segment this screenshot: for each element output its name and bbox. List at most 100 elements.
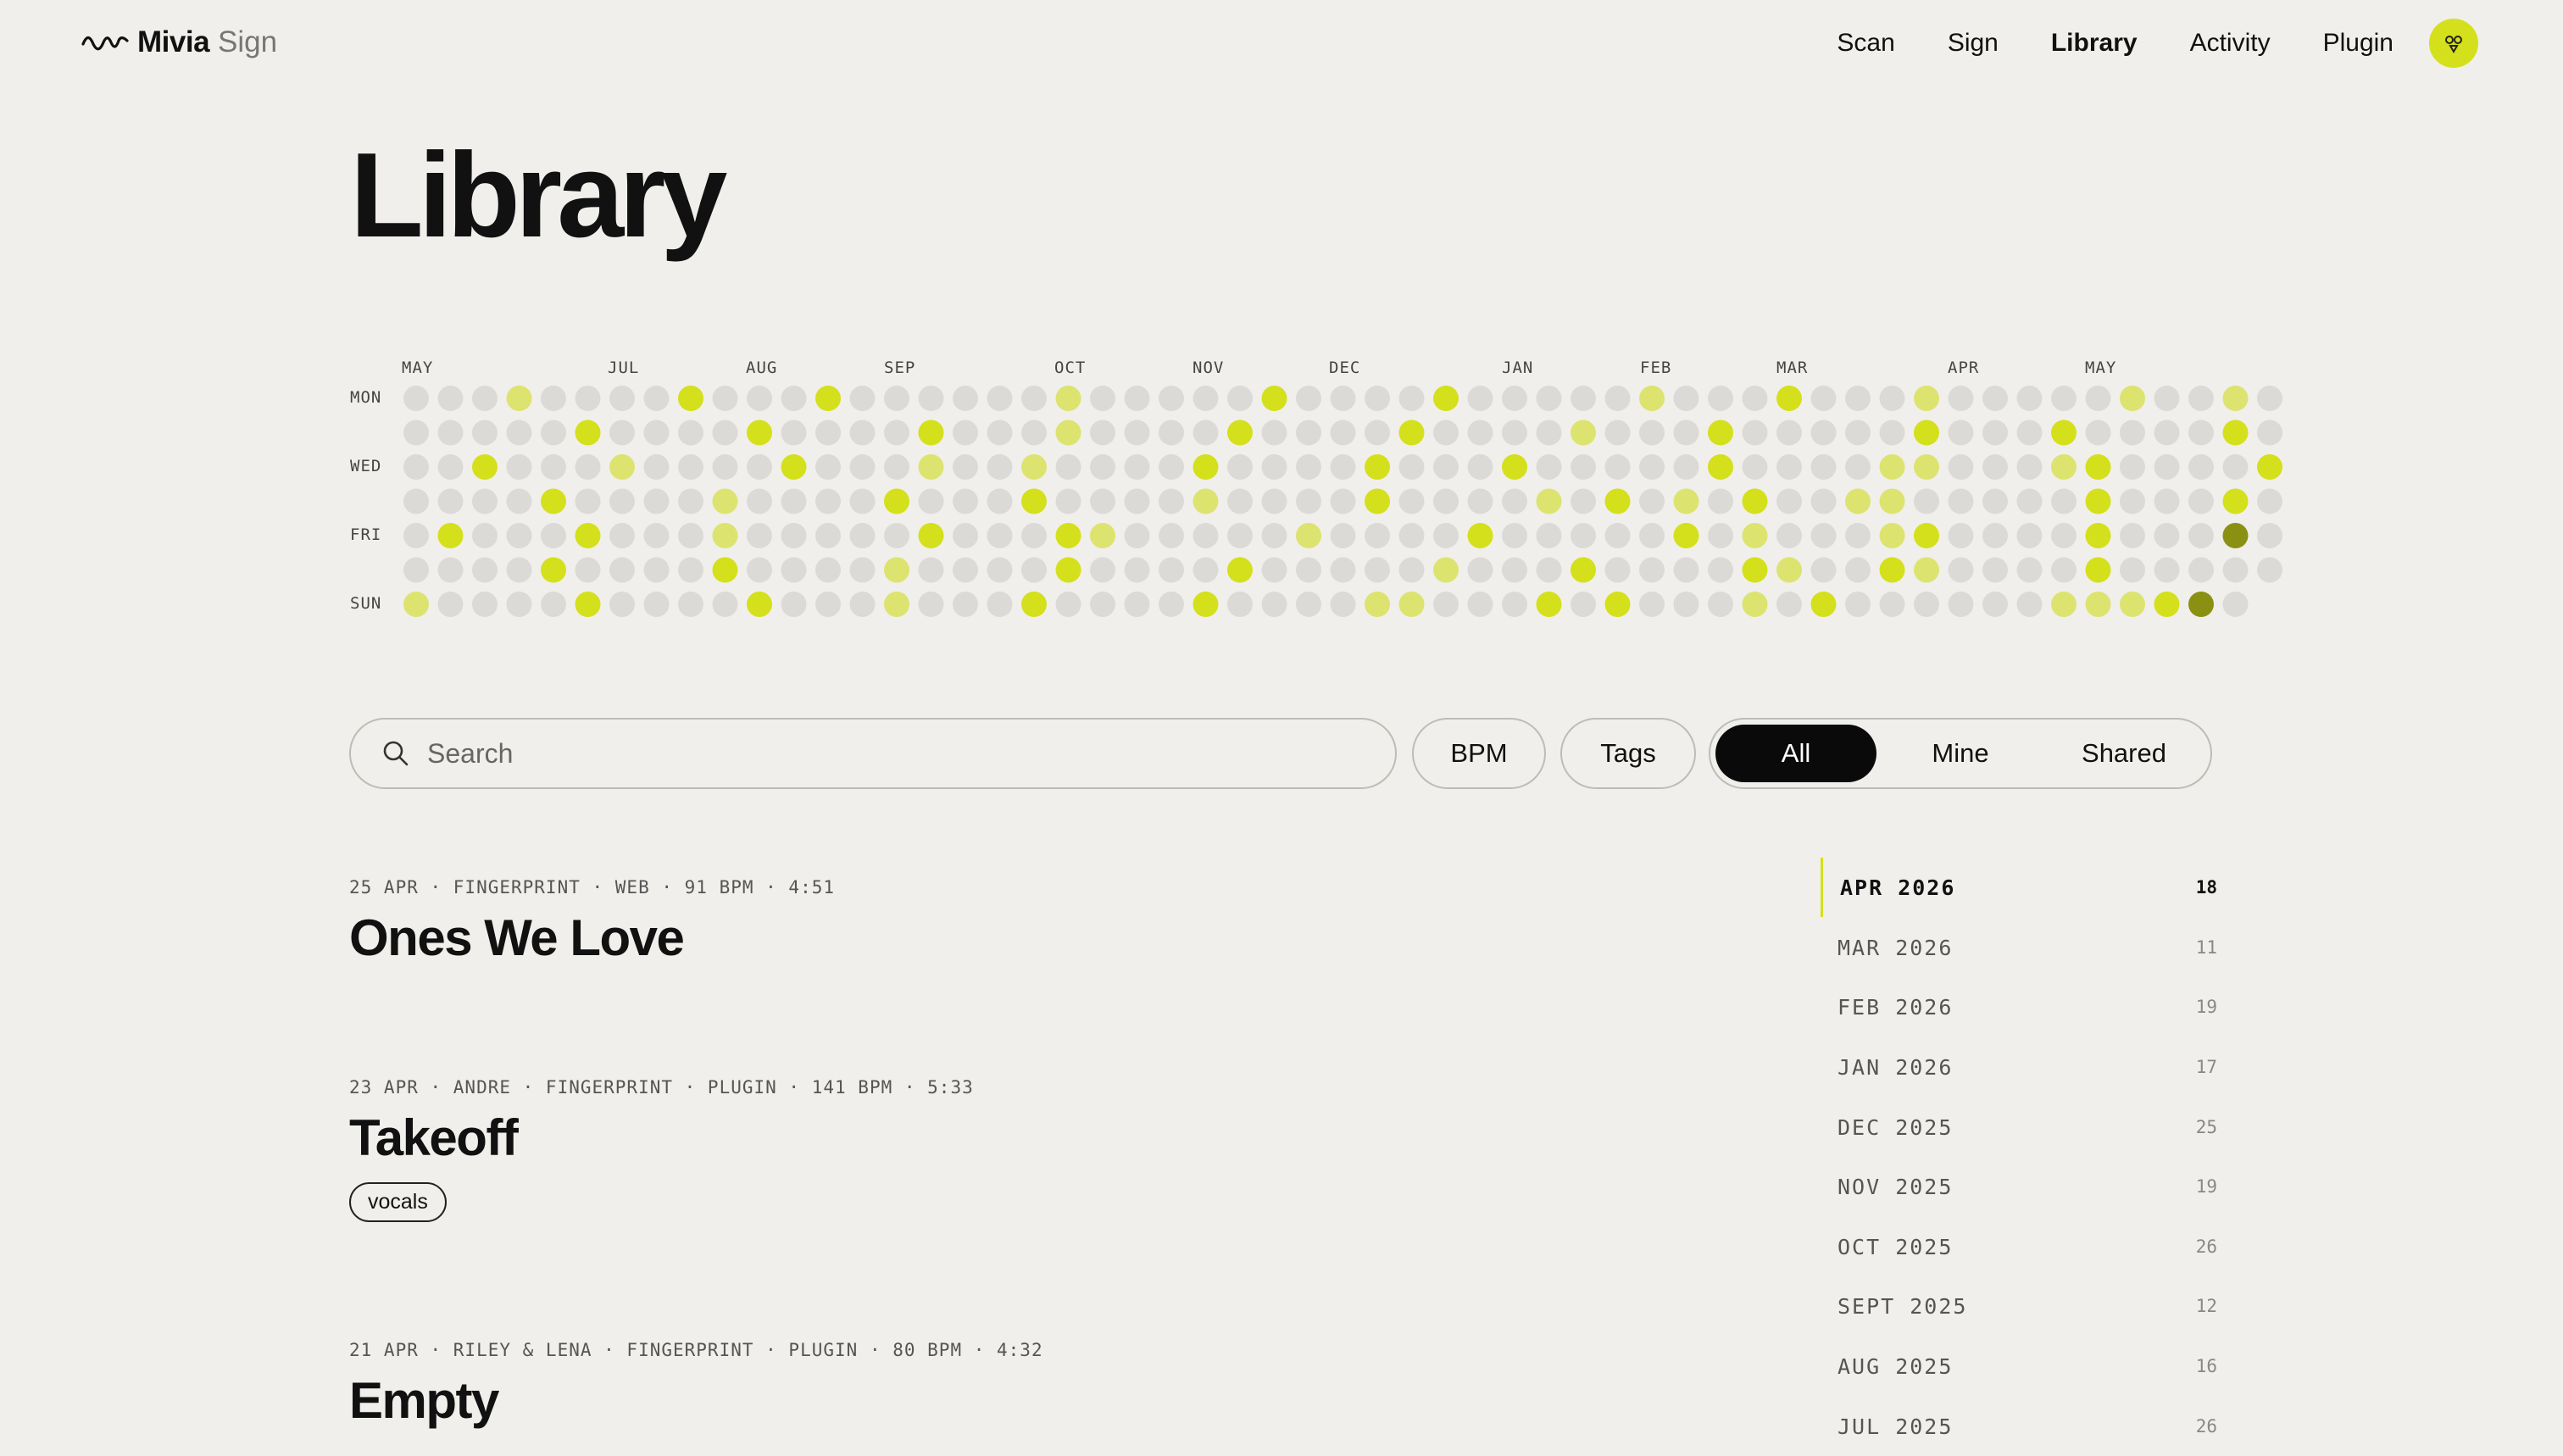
- heatmap-day-cell[interactable]: [747, 420, 772, 446]
- heatmap-day-cell[interactable]: [403, 488, 429, 514]
- heatmap-day-cell[interactable]: [2120, 592, 2145, 617]
- heatmap-day-cell[interactable]: [1021, 488, 1047, 514]
- heatmap-day-cell[interactable]: [1365, 592, 1390, 617]
- heatmap-day-cell[interactable]: [1914, 523, 1939, 548]
- heatmap-day-cell[interactable]: [2154, 386, 2180, 411]
- heatmap-day-cell[interactable]: [2222, 386, 2249, 411]
- heatmap-day-cell[interactable]: [1433, 386, 1459, 411]
- heatmap-day-cell[interactable]: [953, 557, 978, 583]
- nav-library[interactable]: Library: [2051, 29, 2138, 58]
- heatmap-day-cell[interactable]: [437, 488, 464, 514]
- heatmap-day-cell[interactable]: [1090, 454, 1115, 480]
- heatmap-day-cell[interactable]: [1502, 488, 1527, 514]
- heatmap-day-cell[interactable]: [1055, 488, 1081, 514]
- heatmap-day-cell[interactable]: [1021, 454, 1047, 480]
- heatmap-day-cell[interactable]: [1296, 557, 1321, 583]
- heatmap-day-cell[interactable]: [1467, 557, 1493, 583]
- heatmap-day-cell[interactable]: [884, 523, 909, 548]
- heatmap-day-cell[interactable]: [884, 454, 909, 480]
- heatmap-day-cell[interactable]: [1398, 488, 1425, 514]
- heatmap-day-cell[interactable]: [2016, 488, 2043, 514]
- heatmap-day-cell[interactable]: [2222, 592, 2249, 617]
- heatmap-day-cell[interactable]: [1810, 592, 1837, 617]
- heatmap-day-cell[interactable]: [1914, 454, 1939, 480]
- heatmap-day-cell[interactable]: [712, 592, 738, 617]
- heatmap-day-cell[interactable]: [747, 592, 772, 617]
- month-index-item[interactable]: SEPT 2025 12: [1821, 1276, 2217, 1336]
- heatmap-day-cell[interactable]: [712, 488, 738, 514]
- heatmap-day-cell[interactable]: [1330, 420, 1356, 446]
- heatmap-day-cell[interactable]: [1021, 386, 1047, 411]
- heatmap-day-cell[interactable]: [1571, 420, 1596, 446]
- heatmap-day-cell[interactable]: [541, 557, 566, 583]
- heatmap-day-cell[interactable]: [541, 420, 566, 446]
- heatmap-day-cell[interactable]: [1398, 454, 1425, 480]
- heatmap-day-cell[interactable]: [541, 386, 566, 411]
- heatmap-day-cell[interactable]: [884, 420, 909, 446]
- heatmap-day-cell[interactable]: [506, 592, 532, 617]
- heatmap-day-cell[interactable]: [643, 420, 670, 446]
- heatmap-day-cell[interactable]: [1776, 386, 1802, 411]
- heatmap-day-cell[interactable]: [1604, 592, 1631, 617]
- heatmap-day-cell[interactable]: [1159, 386, 1184, 411]
- heatmap-day-cell[interactable]: [1639, 386, 1665, 411]
- heatmap-day-cell[interactable]: [1914, 557, 1939, 583]
- heatmap-day-cell[interactable]: [1124, 386, 1150, 411]
- heatmap-day-cell[interactable]: [1604, 557, 1631, 583]
- heatmap-day-cell[interactable]: [1296, 386, 1321, 411]
- heatmap-day-cell[interactable]: [1948, 420, 1974, 446]
- heatmap-day-cell[interactable]: [1708, 523, 1733, 548]
- heatmap-day-cell[interactable]: [849, 592, 876, 617]
- heatmap-day-cell[interactable]: [472, 488, 498, 514]
- heatmap-day-cell[interactable]: [575, 523, 601, 548]
- heatmap-day-cell[interactable]: [2085, 557, 2111, 583]
- heatmap-day-cell[interactable]: [1261, 420, 1287, 446]
- segment-mine[interactable]: Mine: [1880, 725, 2041, 782]
- heatmap-day-cell[interactable]: [953, 420, 978, 446]
- heatmap-day-cell[interactable]: [1776, 454, 1802, 480]
- heatmap-day-cell[interactable]: [987, 523, 1013, 548]
- heatmap-day-cell[interactable]: [884, 386, 909, 411]
- heatmap-day-cell[interactable]: [575, 488, 601, 514]
- heatmap-day-cell[interactable]: [2257, 386, 2282, 411]
- heatmap-day-cell[interactable]: [1673, 488, 1699, 514]
- month-index-item[interactable]: JAN 2026 17: [1821, 1037, 2217, 1097]
- heatmap-day-cell[interactable]: [1982, 557, 2008, 583]
- heatmap-day-cell[interactable]: [575, 454, 601, 480]
- heatmap-day-cell[interactable]: [1124, 488, 1150, 514]
- heatmap-day-cell[interactable]: [2154, 420, 2180, 446]
- heatmap-day-cell[interactable]: [1639, 523, 1665, 548]
- heatmap-day-cell[interactable]: [1398, 420, 1425, 446]
- heatmap-day-cell[interactable]: [1159, 592, 1184, 617]
- heatmap-day-cell[interactable]: [2257, 488, 2282, 514]
- month-index-item[interactable]: FEB 2026 19: [1821, 977, 2217, 1036]
- heatmap-day-cell[interactable]: [1708, 454, 1733, 480]
- heatmap-day-cell[interactable]: [815, 592, 841, 617]
- heatmap-day-cell[interactable]: [1398, 386, 1425, 411]
- heatmap-day-cell[interactable]: [403, 557, 429, 583]
- heatmap-day-cell[interactable]: [678, 386, 703, 411]
- heatmap-day-cell[interactable]: [987, 488, 1013, 514]
- heatmap-day-cell[interactable]: [712, 420, 738, 446]
- heatmap-day-cell[interactable]: [815, 386, 841, 411]
- heatmap-day-cell[interactable]: [1193, 454, 1219, 480]
- heatmap-day-cell[interactable]: [1742, 557, 1768, 583]
- heatmap-day-cell[interactable]: [1193, 488, 1219, 514]
- heatmap-day-cell[interactable]: [1433, 592, 1459, 617]
- heatmap-day-cell[interactable]: [884, 557, 909, 583]
- heatmap-day-cell[interactable]: [1296, 523, 1321, 548]
- heatmap-day-cell[interactable]: [987, 420, 1013, 446]
- heatmap-day-cell[interactable]: [1124, 592, 1150, 617]
- heatmap-day-cell[interactable]: [1261, 557, 1287, 583]
- heatmap-day-cell[interactable]: [1124, 557, 1150, 583]
- heatmap-day-cell[interactable]: [1227, 557, 1253, 583]
- heatmap-day-cell[interactable]: [1193, 557, 1219, 583]
- heatmap-day-cell[interactable]: [1845, 454, 1871, 480]
- heatmap-day-cell[interactable]: [609, 557, 635, 583]
- heatmap-day-cell[interactable]: [1879, 420, 1905, 446]
- heatmap-day-cell[interactable]: [1330, 592, 1356, 617]
- heatmap-day-cell[interactable]: [849, 488, 876, 514]
- heatmap-day-cell[interactable]: [1571, 592, 1596, 617]
- heatmap-day-cell[interactable]: [1845, 592, 1871, 617]
- heatmap-day-cell[interactable]: [403, 454, 429, 480]
